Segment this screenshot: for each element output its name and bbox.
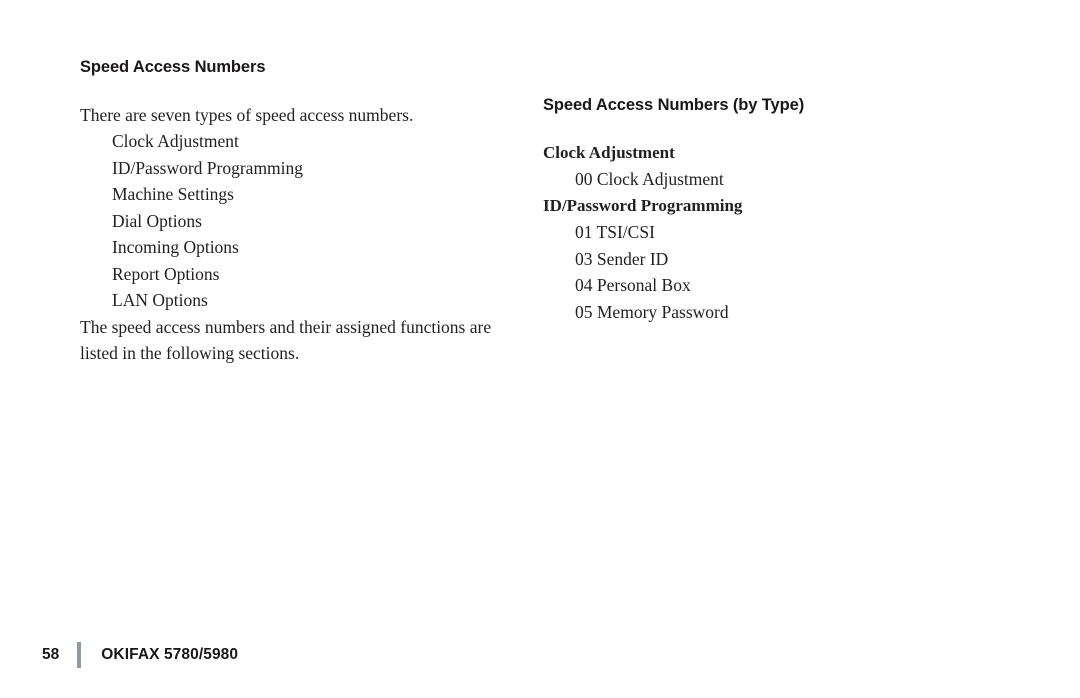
speed-access-by-type-title: Speed Access Numbers (by Type)	[543, 96, 805, 114]
group-title-clock-adjustment: Clock Adjustment	[543, 142, 675, 162]
list-item: Dial Options	[112, 210, 202, 231]
right-column: Speed Access Numbers (by Type) Clock Adj…	[543, 96, 963, 325]
page-footer: 58 OKIFAX 5780/5980	[42, 642, 238, 668]
speed-access-types-list: Clock Adjustment ID/Password Programming…	[80, 128, 505, 314]
list-item: 01 TSI/CSI	[575, 222, 655, 243]
list-item: 00 Clock Adjustment	[575, 169, 724, 190]
list-item: 04 Personal Box	[575, 275, 691, 296]
footer-product-name: OKIFAX 5780/5980	[101, 646, 239, 663]
list-item: LAN Options	[112, 290, 208, 311]
footer-divider	[77, 642, 82, 668]
list-item: 03 Sender ID	[575, 248, 669, 269]
list-item: Incoming Options	[112, 237, 239, 258]
footer-page-number: 58	[42, 646, 60, 663]
page-title: Speed Access Numbers	[80, 58, 266, 76]
list-item: ID/Password Programming	[112, 157, 304, 178]
left-column: Speed Access Numbers There are seven typ…	[80, 58, 505, 367]
intro-paragraph: There are seven types of speed access nu…	[80, 104, 414, 125]
list-item: Machine Settings	[112, 184, 234, 205]
list-item: Report Options	[112, 263, 220, 284]
group-entries-clock-adjustment: 00 Clock Adjustment	[543, 166, 963, 193]
list-item: Clock Adjustment	[112, 131, 239, 152]
group-title-id-password-programming: ID/Password Programming	[543, 195, 743, 215]
document-page: Speed Access Numbers There are seven typ…	[0, 0, 1080, 698]
group-entries-id-password-programming: 01 TSI/CSI 03 Sender ID 04 Personal Box …	[543, 219, 963, 325]
closing-paragraph: The speed access numbers and their assig…	[80, 316, 492, 364]
list-item: 05 Memory Password	[575, 301, 729, 322]
